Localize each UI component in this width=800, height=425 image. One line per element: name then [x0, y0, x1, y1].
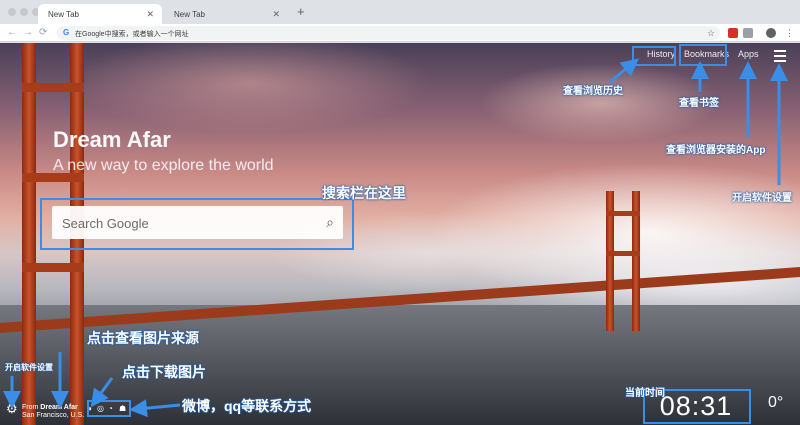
google-icon: G — [63, 28, 70, 37]
download-icon[interactable]: ◎ — [97, 404, 104, 414]
annotation-settings-top: 开启软件设置 — [732, 193, 792, 204]
search-input[interactable] — [62, 214, 302, 232]
credit-source: Dream Afar — [40, 404, 78, 411]
search-icon[interactable]: ⌕ — [326, 214, 334, 230]
annotation-bookmarks: 查看书签 — [679, 98, 719, 109]
annotation-search: 搜索栏在这里 — [322, 185, 406, 201]
tab-strip: New Tab ✕ New Tab ✕ + — [0, 0, 800, 24]
apps-link[interactable]: Apps — [738, 49, 759, 59]
annotation-apps: 查看浏览器安装的App — [666, 145, 766, 156]
history-link[interactable]: History — [647, 49, 675, 59]
annotation-image-source: 点击查看图片来源 — [87, 330, 199, 346]
tab-new-tab-1[interactable]: New Tab ✕ — [38, 4, 162, 24]
brand-title: Dream Afar — [53, 127, 171, 152]
brand-tagline: A new way to explore the world — [53, 157, 274, 174]
tab-label: New Tab — [174, 10, 205, 19]
credit-location: San Francisco, U.S. — [22, 412, 85, 419]
bookmarks-link[interactable]: Bookmarks — [684, 49, 729, 59]
annotation-contact: 微博，qq等联系方式 — [182, 398, 312, 414]
qq-icon[interactable]: ☗ — [119, 404, 126, 414]
gear-icon[interactable]: ⚙ — [6, 402, 18, 416]
close-tab-icon[interactable]: ✕ — [272, 9, 280, 20]
image-credit[interactable]: From Dream Afar San Francisco, U.S. — [22, 404, 84, 420]
reload-button[interactable]: ⟳ — [39, 26, 47, 40]
annotation-time: 当前时间 — [625, 388, 665, 399]
bridge-tower-right — [606, 191, 640, 331]
back-button[interactable]: ← — [7, 26, 17, 40]
browser-toolbar: ← → ⟳ G 在Google中搜索，或者输入一个网址 ☆ ⋮ — [0, 24, 800, 42]
profile-avatar[interactable] — [766, 28, 776, 38]
address-bar[interactable]: G 在Google中搜索，或者输入一个网址 — [57, 26, 720, 40]
tab-new-tab-2[interactable]: New Tab ✕ — [164, 4, 288, 24]
annotation-history: 查看浏览历史 — [563, 86, 623, 97]
extension-icon[interactable] — [743, 28, 753, 38]
extension-icon[interactable] — [728, 28, 738, 38]
credit-prefix: From — [22, 404, 39, 411]
weibo-icon[interactable]: ◔ — [108, 404, 113, 414]
forward-button[interactable]: → — [23, 26, 33, 40]
info-icon[interactable]: ◑ — [87, 404, 92, 414]
tab-label: New Tab — [48, 10, 79, 19]
close-window-button[interactable] — [8, 8, 16, 16]
close-tab-icon[interactable]: ✕ — [146, 9, 154, 20]
annotation-settings-bottom: 开启软件设置 — [5, 363, 53, 372]
annotation-download: 点击下载图片 — [122, 364, 206, 380]
address-bar-placeholder: 在Google中搜索，或者输入一个网址 — [75, 31, 189, 38]
new-tab-button[interactable]: + — [297, 5, 305, 18]
temperature: 0° — [768, 394, 784, 411]
more-menu-icon[interactable]: ⋮ — [785, 27, 794, 39]
settings-menu-icon[interactable] — [774, 50, 786, 65]
minimize-window-button[interactable] — [20, 8, 28, 16]
star-bookmark-icon[interactable]: ☆ — [707, 27, 715, 39]
search-box: ⌕ — [52, 206, 343, 239]
